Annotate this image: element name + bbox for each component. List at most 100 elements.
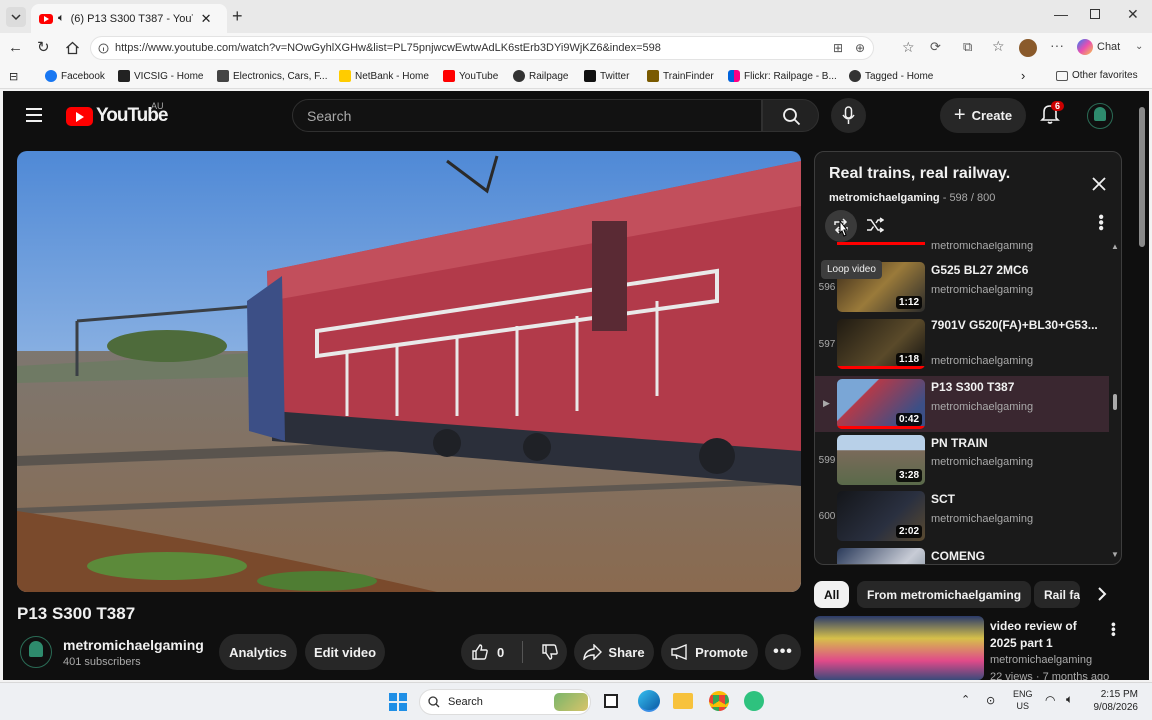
- page-scroll-thumb[interactable]: [1139, 107, 1145, 247]
- new-tab-button[interactable]: +: [232, 6, 243, 27]
- more-horizontal-icon: •••: [773, 643, 793, 660]
- split-screen-icon[interactable]: ⧉: [963, 39, 972, 55]
- item-title: G525 BL27 2MC6: [931, 263, 1029, 277]
- tray-overflow-icon[interactable]: ⌃: [961, 693, 970, 706]
- edit-video-button[interactable]: Edit video: [305, 634, 385, 670]
- speaker-icon[interactable]: 🔈︎: [58, 12, 65, 25]
- other-favorites[interactable]: Other favorites: [1056, 70, 1138, 81]
- fav-youtube[interactable]: YouTube: [443, 70, 498, 82]
- file-explorer-icon[interactable]: [673, 693, 693, 709]
- channel-name[interactable]: metromichaelgaming: [63, 637, 204, 653]
- edge-taskbar-icon[interactable]: [638, 690, 660, 712]
- more-menu-icon[interactable]: ···: [1050, 37, 1064, 53]
- copilot-icon: [1077, 39, 1093, 55]
- fav-twitter[interactable]: Twitter: [584, 70, 629, 82]
- playlist-item[interactable]: COMENG: [815, 546, 1109, 564]
- chip-rail[interactable]: Rail fa: [1034, 581, 1080, 608]
- favorite-star-icon[interactable]: ☆: [902, 39, 915, 56]
- minimize-button[interactable]: —: [1054, 6, 1068, 22]
- hamburger-menu-icon[interactable]: [25, 107, 43, 123]
- fav-tagged[interactable]: Tagged - Home: [849, 70, 933, 82]
- grid-icon[interactable]: ⊞: [833, 41, 843, 55]
- chip-all[interactable]: All: [814, 581, 850, 608]
- fav-flickr[interactable]: Flickr: Railpage - B...: [728, 70, 837, 82]
- thumbs-up-icon[interactable]: [471, 643, 489, 661]
- chip-from-channel[interactable]: From metromichaelgaming: [857, 581, 1032, 608]
- tab-actions-button[interactable]: [6, 7, 26, 27]
- voice-search-button[interactable]: [831, 98, 866, 133]
- fav-vicsig[interactable]: VICSIG - Home: [118, 70, 203, 82]
- playlist-menu-icon[interactable]: •••: [1092, 214, 1109, 231]
- video-title: P13 S300 T387: [17, 604, 136, 623]
- recommended-video[interactable]: video review of 2025 part 1 metromichael…: [814, 616, 1134, 680]
- playlist-item-current[interactable]: ▶ 0:42 P13 S300 T387 metromichaelgaming: [815, 376, 1109, 432]
- page-scrollbar[interactable]: [1138, 99, 1146, 677]
- account-avatar[interactable]: [1087, 103, 1113, 129]
- folder-icon: [1056, 70, 1068, 81]
- search-input[interactable]: Search: [292, 99, 762, 132]
- info-icon[interactable]: [98, 43, 109, 54]
- video-thumbnail: [814, 616, 984, 680]
- more-vertical-icon[interactable]: •••: [1106, 622, 1122, 637]
- home-icon[interactable]: [65, 41, 80, 55]
- fav-railpage[interactable]: Railpage: [513, 70, 568, 82]
- chrome-icon[interactable]: [709, 691, 729, 711]
- scroll-up-arrow[interactable]: ▲: [1111, 242, 1119, 251]
- address-bar[interactable]: https://www.youtube.com/watch?v=NOwGyhlX…: [90, 36, 874, 60]
- tab-youtube[interactable]: 🔈︎ (6) P13 S300 T387 - YouTube ✕: [31, 4, 227, 33]
- app-icon[interactable]: [744, 691, 764, 711]
- refresh-button[interactable]: ↻: [37, 38, 50, 56]
- playlist-item[interactable]: 599 3:28 PN TRAIN metromichaelgaming: [815, 433, 1109, 489]
- youtube-favicon-icon: [39, 13, 53, 24]
- like-divider: [522, 641, 524, 663]
- restore-button[interactable]: [1090, 9, 1100, 19]
- extensions-icon[interactable]: ⟳: [930, 39, 941, 55]
- chevron-right-icon[interactable]: ›: [1021, 68, 1025, 83]
- input-language[interactable]: ENG US: [1013, 688, 1033, 712]
- playlist-item[interactable]: 600 2:02 SCT metromichaelgaming: [815, 489, 1109, 545]
- region-code: AU: [151, 101, 164, 111]
- clock[interactable]: 2:15 PM 9/08/2026: [1090, 688, 1139, 714]
- scroll-thumb[interactable]: [1113, 394, 1117, 410]
- start-button[interactable]: [389, 693, 407, 711]
- chevron-right-icon[interactable]: [1096, 586, 1108, 602]
- favorites-icon[interactable]: ☆: [992, 38, 1005, 55]
- tray-app-icon[interactable]: ⊙: [986, 694, 995, 707]
- volume-icon[interactable]: 🔈︎: [1066, 692, 1073, 707]
- copilot-chat-button[interactable]: Chat: [1077, 39, 1120, 55]
- settings-button[interactable]: ⌄: [1135, 41, 1143, 52]
- url-text: https://www.youtube.com/watch?v=NOwGyhlX…: [115, 42, 661, 54]
- scroll-down-arrow[interactable]: ▼: [1111, 550, 1119, 559]
- profile-avatar[interactable]: [1019, 39, 1037, 57]
- back-button[interactable]: ←: [8, 39, 23, 56]
- search-button[interactable]: [762, 99, 819, 132]
- wifi-icon[interactable]: ◠: [1045, 693, 1055, 707]
- fav-facebook[interactable]: Facebook: [45, 70, 105, 82]
- fav-electronics[interactable]: Electronics, Cars, F...: [217, 70, 327, 82]
- fav-trainfinder[interactable]: TrainFinder: [647, 70, 714, 82]
- close-icon[interactable]: [1092, 177, 1106, 191]
- thumbs-down-icon[interactable]: [541, 643, 559, 661]
- taskbar-search[interactable]: Search: [419, 689, 591, 715]
- playlist-item[interactable]: 597 1:18 7901V G520(FA)+BL30+G53... metr…: [815, 317, 1109, 373]
- close-tab-icon[interactable]: ✕: [201, 11, 212, 27]
- channel-avatar[interactable]: [20, 636, 52, 668]
- video-player[interactable]: [17, 151, 801, 592]
- create-button[interactable]: + Create: [940, 98, 1026, 133]
- notifications-button[interactable]: 6: [1040, 101, 1065, 125]
- zoom-icon[interactable]: ⊕: [855, 41, 865, 55]
- analytics-button[interactable]: Analytics: [219, 634, 297, 670]
- fav-netbank[interactable]: NetBank - Home: [339, 70, 429, 82]
- task-view-icon[interactable]: [604, 694, 618, 708]
- item-channel: metromichaelgaming: [931, 355, 1034, 367]
- playlist-owner[interactable]: metromichaelgaming: [829, 192, 940, 204]
- shuffle-icon[interactable]: [866, 217, 884, 233]
- more-actions-button[interactable]: •••: [765, 634, 801, 670]
- playlist-scrollbar[interactable]: ▲ ▼: [1111, 242, 1119, 560]
- item-title: 7901V G520(FA)+BL30+G53...: [931, 318, 1098, 332]
- promote-button[interactable]: Promote: [661, 634, 758, 670]
- watched-progress: [837, 426, 925, 429]
- close-window-button[interactable]: ✕: [1127, 6, 1139, 23]
- share-button[interactable]: Share: [574, 634, 654, 670]
- sidebar-toggle-icon[interactable]: ⊟: [9, 70, 18, 83]
